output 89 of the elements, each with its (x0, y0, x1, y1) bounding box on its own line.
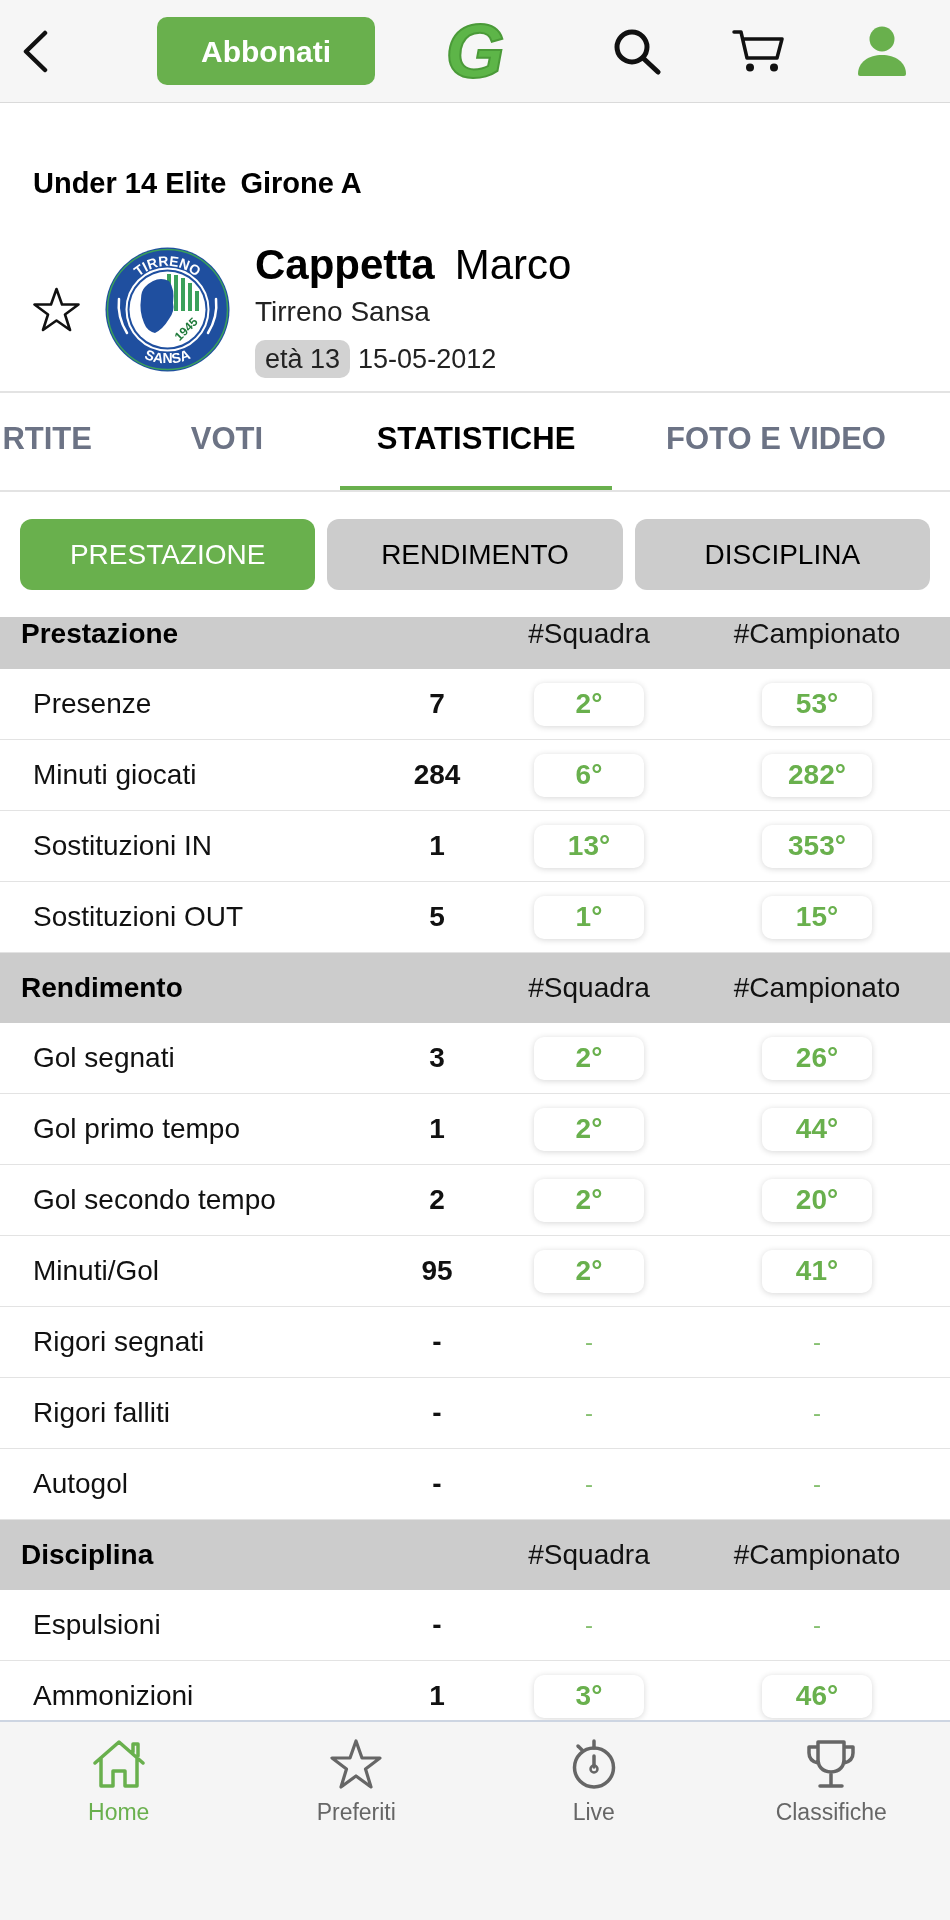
section-title: Disciplina (21, 1539, 154, 1570)
rank-badge: 1° (534, 895, 644, 939)
stat-value: 2 (429, 1183, 445, 1217)
stat-label: Rigori segnati (33, 1326, 205, 1357)
rank-text: - (585, 1327, 593, 1357)
birth-date: 15-05-2012 (358, 343, 497, 376)
app-logo[interactable]: G (440, 16, 510, 86)
stat-value: 1 (429, 829, 445, 863)
rank-text: - (585, 1610, 593, 1640)
stat-value: 95 (421, 1254, 453, 1288)
player-surname: Cappetta (255, 240, 435, 290)
stat-label: Rigori falliti (33, 1397, 170, 1428)
rank-text: - (585, 1398, 593, 1428)
nav-item[interactable]: Preferiti (237, 1722, 475, 1826)
tab[interactable]: RTITE (0, 393, 114, 490)
stat-value: 1 (429, 1112, 445, 1146)
tab[interactable]: FOTO E VIDEO (612, 393, 940, 490)
stat-value: 284 (413, 758, 461, 792)
stat-label: Presenze (33, 688, 152, 719)
rank-badge: 2° (534, 682, 644, 726)
stat-label: Gol primo tempo (33, 1113, 240, 1144)
rank-badge: 3° (534, 1674, 644, 1718)
rank-text: - (813, 1398, 821, 1428)
stat-value: - (432, 1608, 442, 1642)
crest-text: TIRRENO (130, 252, 204, 279)
stat-label: Autogol (33, 1468, 128, 1499)
column-header: #Squadra (528, 617, 650, 651)
rank-badge: 2° (534, 1178, 644, 1222)
column-header: #Squadra (528, 971, 650, 1005)
rank-text: - (813, 1610, 821, 1640)
back-icon[interactable] (21, 29, 49, 73)
segment-button[interactable]: DISCIPLINA (634, 519, 930, 590)
search-icon[interactable] (612, 27, 662, 75)
rank-badge: 2° (534, 1249, 644, 1293)
stat-value: - (432, 1325, 442, 1359)
rank-badge: 44° (762, 1107, 872, 1151)
column-header: #Campionato (733, 617, 901, 651)
rank-badge: 53° (762, 682, 872, 726)
rank-badge: 2° (534, 1107, 644, 1151)
stat-value: 5 (429, 900, 445, 934)
rank-badge: 15° (762, 895, 872, 939)
stat-label: Espulsioni (33, 1609, 161, 1640)
section-title: Prestazione (21, 618, 179, 649)
rank-badge: 46° (762, 1674, 872, 1718)
stat-value: 1 (429, 1679, 445, 1713)
group-title: Girone A (240, 166, 362, 201)
rank-badge: 20° (762, 1178, 872, 1222)
crest-text: SANSA (142, 345, 193, 367)
section-title: Rendimento (21, 972, 183, 1003)
category-title: Under 14 Elite (33, 166, 227, 201)
stat-label: Sostituzioni OUT (33, 901, 244, 932)
stat-value: - (432, 1396, 442, 1430)
rank-text: - (585, 1469, 593, 1499)
rank-badge: 41° (762, 1249, 872, 1293)
stat-value: - (432, 1467, 442, 1501)
segment-button[interactable]: PRESTAZIONE (20, 519, 316, 590)
rank-badge: 13° (534, 824, 644, 868)
rank-badge: 282° (762, 753, 872, 797)
stat-label: Ammonizioni (33, 1680, 194, 1711)
column-header: #Campionato (733, 971, 901, 1005)
nav-item[interactable]: Live (475, 1722, 713, 1826)
home-icon (91, 1739, 146, 1789)
rank-badge: 6° (534, 753, 644, 797)
player-first-name: Marco (454, 240, 572, 290)
stat-label: Gol segnati (33, 1042, 175, 1073)
column-header: #Squadra (528, 1538, 650, 1572)
favorite-star-icon[interactable] (33, 286, 80, 332)
rank-text: - (813, 1327, 821, 1357)
column-header: #Campionato (733, 1538, 901, 1572)
subscribe-button[interactable]: Abbonati (157, 17, 375, 85)
tab[interactable]: STATISTICHE (340, 393, 612, 490)
nav-item[interactable]: Classifiche (712, 1722, 950, 1826)
rank-badge: 2° (534, 1036, 644, 1080)
nav-item[interactable]: Home (0, 1722, 238, 1826)
stat-label: Minuti/Gol (33, 1255, 160, 1286)
tab[interactable]: VOTI (114, 393, 340, 490)
stat-label: Minuti giocati (33, 759, 197, 790)
rank-badge: 353° (762, 824, 872, 868)
age-badge: età 13 (255, 340, 351, 379)
star-icon (329, 1739, 384, 1789)
stat-label: Sostituzioni IN (33, 830, 212, 861)
stat-value: 7 (429, 687, 445, 721)
rank-badge: 26° (762, 1036, 872, 1080)
cart-icon[interactable] (732, 29, 785, 73)
stat-label: Gol secondo tempo (33, 1184, 276, 1215)
segment-button[interactable]: RENDIMENTO (327, 519, 623, 590)
team-name: Tirreno Sansa (255, 295, 431, 329)
stat-value: 3 (429, 1041, 445, 1075)
rank-text: - (813, 1469, 821, 1499)
